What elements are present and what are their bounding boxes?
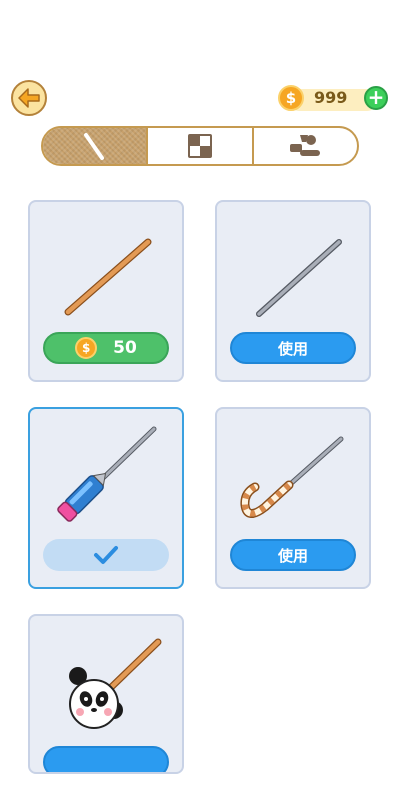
metal-needle-icon [256, 239, 342, 317]
coin-balance: $ 999 + [278, 85, 390, 113]
tab-tools[interactable] [251, 128, 357, 164]
tab-sticks[interactable] [43, 128, 147, 164]
pencil-needle-icon [57, 426, 157, 522]
tab-boards[interactable] [146, 128, 251, 164]
item-card[interactable]: 使用 [215, 407, 371, 589]
add-coins-button[interactable]: + [364, 86, 388, 110]
selected-indicator [43, 539, 169, 571]
back-button[interactable] [11, 80, 47, 116]
use-button[interactable]: 使用 [230, 539, 356, 571]
item-card[interactable]: 使用 [215, 200, 371, 382]
stick-icon [83, 133, 104, 160]
use-label: 使用 [277, 339, 308, 358]
category-tabs [41, 126, 359, 166]
item-card-selected[interactable] [28, 407, 184, 589]
checkmark-icon [94, 546, 118, 564]
coin-icon: $ [278, 85, 304, 111]
arrow-left-icon [18, 88, 40, 108]
panda-stick-icon [69, 638, 162, 729]
checker-icon [187, 134, 212, 158]
item-card[interactable]: $ 50 [28, 200, 184, 382]
coin-icon: $ [75, 337, 98, 359]
item-card[interactable] [28, 614, 184, 774]
plus-icon: + [367, 85, 385, 109]
buy-button[interactable]: $ 50 [43, 332, 169, 364]
use-button[interactable]: 使用 [230, 332, 356, 364]
tools-icon [290, 135, 321, 156]
candy-cane-needle-icon [240, 436, 344, 518]
coin-amount: 999 [314, 88, 348, 107]
use-label: 使用 [277, 546, 308, 565]
use-button[interactable] [43, 746, 169, 772]
wooden-stick-icon [64, 238, 152, 316]
item-price: 50 [113, 338, 137, 358]
